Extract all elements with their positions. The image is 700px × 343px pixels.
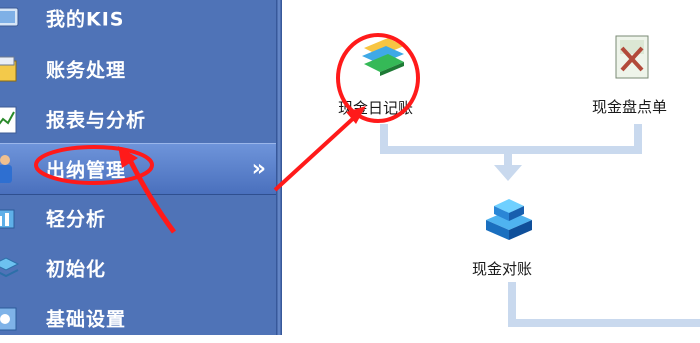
cash-journal-label: 现金日记账: [338, 99, 414, 117]
sidebar-item-reports[interactable]: 报表与分析: [0, 94, 276, 144]
sidebar-item-basic-settings[interactable]: 基础设置: [0, 293, 276, 343]
sidebar-item-label: 报表与分析: [46, 109, 147, 132]
cash-count-node[interactable]: 现金盘点单: [592, 34, 682, 124]
books-icon: [362, 38, 404, 76]
sidebar-item-accounting[interactable]: 账务处理: [0, 44, 276, 94]
monitor-icon: [0, 7, 19, 27]
settings-box-icon: [0, 307, 17, 331]
flow-arrow-down-icon: [494, 165, 522, 181]
cash-reconcile-label: 现金对账: [472, 260, 533, 278]
sidebar-item-cashier[interactable]: 出纳管理 »: [0, 143, 276, 195]
sidebar: 我的KIS 账务处理 报表与分析 出纳管理 » 轻分析 初始化 基础设置: [0, 0, 276, 335]
sidebar-item-label: 出纳管理: [46, 159, 127, 182]
sidebar-item-light-analysis[interactable]: 轻分析: [0, 193, 276, 243]
sidebar-item-label: 账务处理: [46, 59, 127, 82]
sidebar-item-initialization[interactable]: 初始化: [0, 243, 276, 293]
analysis-icon: [0, 209, 15, 229]
cash-reconcile-node[interactable]: 现金对账: [472, 190, 562, 280]
report-chart-icon: [0, 106, 17, 134]
sidebar-item-my-kis[interactable]: 我的KIS: [0, 0, 276, 43]
sidebar-item-label: 基础设置: [46, 308, 127, 331]
cash-count-label: 现金盘点单: [592, 98, 668, 116]
sidebar-item-label: 我的KIS: [46, 8, 125, 31]
sidebar-item-label: 初始化: [46, 258, 107, 281]
cashier-person-icon: [0, 155, 12, 183]
layers-icon: [0, 257, 20, 278]
cashier-flow-panel: 现金日记账 现金盘点单 现金对账: [282, 0, 700, 335]
flow-connector: [508, 319, 700, 327]
sidebar-item-label: 轻分析: [46, 208, 107, 231]
chevron-right-icon[interactable]: »: [252, 157, 266, 182]
cash-journal-node[interactable]: 现金日记账: [338, 36, 428, 124]
count-sheet-icon: [615, 35, 649, 79]
ledger-icon: [0, 56, 17, 82]
reconcile-stack-icon: [486, 199, 532, 240]
